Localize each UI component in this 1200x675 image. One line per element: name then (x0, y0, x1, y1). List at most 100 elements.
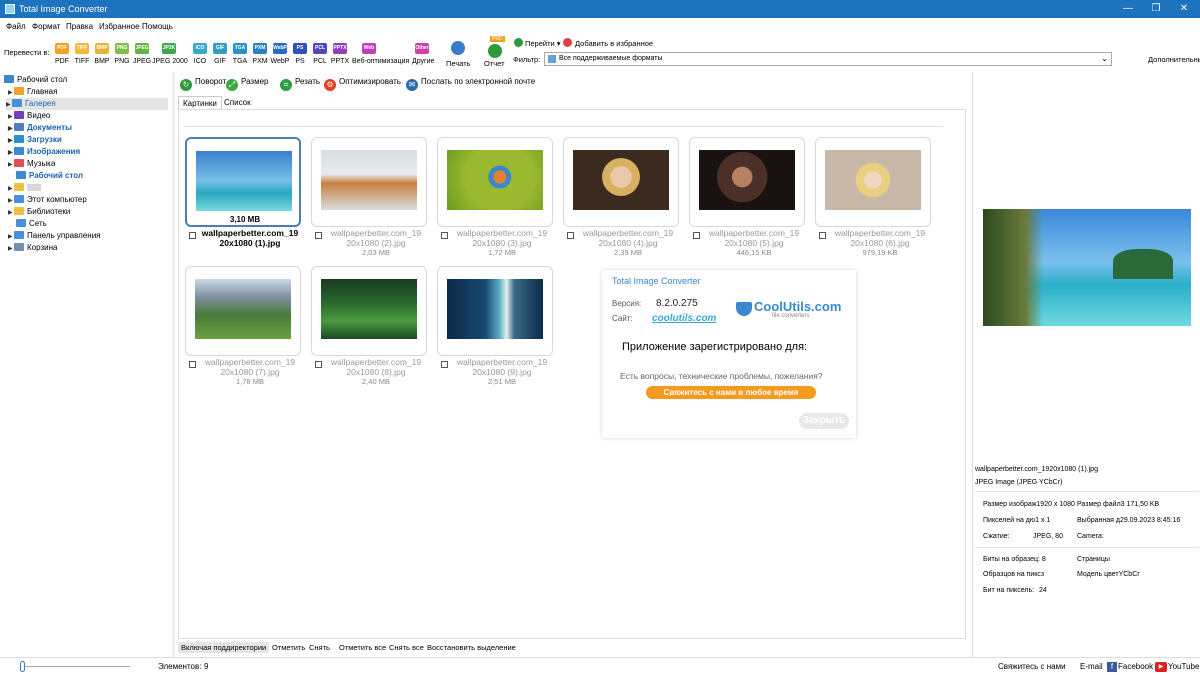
format-button-pdf[interactable]: PDF PDF (52, 43, 72, 65)
add-favorite-button[interactable]: Добавить в избранное (575, 39, 653, 48)
format-button-tiff[interactable]: TIFF TIFF (72, 43, 92, 65)
format-icon: GIF (213, 43, 227, 54)
format-button-другие[interactable]: Other Другие (412, 43, 434, 65)
print-button[interactable]: Печать (446, 59, 471, 68)
tab-thumbnails[interactable]: Картинки (178, 96, 222, 110)
thumbnail[interactable] (563, 137, 679, 227)
uncheck-all-button[interactable]: Снять все (389, 643, 424, 652)
close-icon[interactable]: ✕ (1174, 2, 1194, 16)
tree-item[interactable]: ▶ Библиотеки (8, 206, 70, 218)
file-size: 446,15 KB (736, 248, 772, 257)
format-button-png[interactable]: PNG PNG (112, 43, 132, 65)
tab-list[interactable]: Список (220, 96, 255, 110)
facebook-icon[interactable]: f (1107, 662, 1117, 672)
format-button-pxm[interactable]: PXM PXM (250, 43, 270, 65)
zoom-slider-thumb[interactable] (20, 661, 25, 672)
tree-item[interactable]: ▶ (8, 182, 41, 194)
minimize-icon[interactable]: — (1118, 2, 1138, 16)
thumbnail[interactable] (311, 266, 427, 356)
youtube-icon[interactable]: ▶ (1155, 662, 1167, 672)
tree-item[interactable]: ▶ Изображения (8, 146, 80, 158)
tree-item[interactable]: ▶ Загрузки (8, 134, 62, 146)
sidebar-splitter[interactable] (172, 72, 175, 657)
format-button-webp[interactable]: WebP WebP (270, 43, 290, 65)
tree-item-label: Панель управления (27, 231, 101, 240)
action-button-4[interactable]: ✉ Послать по электронной почте (406, 77, 535, 91)
tree-item[interactable]: ▶ Панель управления (8, 230, 101, 242)
tree-item[interactable]: ▶ Видео (8, 110, 50, 122)
tree-item[interactable]: ▶ Документы (8, 122, 72, 134)
format-button-tga[interactable]: TGA TGA (230, 43, 250, 65)
format-button-pcl[interactable]: PCL PCL (310, 43, 330, 65)
restore-selection-button[interactable]: Восстановить выделение (427, 643, 516, 652)
tree-item-label: Видео (27, 111, 51, 120)
filter-select[interactable]: Все поддерживаемые форматы ⌄ (544, 52, 1112, 66)
toolbar: Перевести в: PDF PDF TIFF TIFF BMP BMP PNG PNG J… (0, 36, 1200, 72)
action-button-3[interactable]: ⚙ Оптимизировать (324, 77, 401, 91)
detail-compression: JPEG, 80 (1033, 533, 1063, 540)
action-button-2[interactable]: ⌗ Резать (280, 77, 320, 91)
thumbnail[interactable]: 3,10 MB (185, 137, 301, 227)
email-link[interactable]: E-mail (1080, 662, 1103, 671)
file-name-line2: 20x1080 (6).jpg (850, 238, 910, 248)
tree-item[interactable]: Рабочий стол (16, 170, 83, 182)
tree-item[interactable]: Сеть (16, 218, 47, 230)
maximize-icon[interactable]: ❐ (1146, 2, 1166, 16)
contact-link[interactable]: Свяжитесь с нами (998, 662, 1066, 671)
menu-favorites[interactable]: Избранное (99, 22, 140, 31)
tree-root-desktop[interactable]: Рабочий стол (4, 74, 67, 86)
tree-item[interactable]: ▶ Галерея (6, 98, 168, 110)
format-button-веб-оптимизация[interactable]: Web Веб-оптимизация (352, 43, 409, 65)
youtube-link[interactable]: YouTube (1168, 662, 1199, 671)
file-size: 2,40 MB (362, 377, 390, 386)
format-button-jpeg[interactable]: JPEG JPEG (132, 43, 152, 65)
thumbnail[interactable] (815, 137, 931, 227)
tree-item-label: Этот компьютер (27, 195, 87, 204)
action-button-1[interactable]: ⤢ Размер (226, 77, 269, 91)
tree-item-label: Загрузки (27, 135, 62, 144)
crop-icon: ⌗ (280, 79, 292, 91)
advanced-button[interactable]: Дополнительный (1148, 55, 1200, 64)
detail-color-model: Модель цветYCbCr (1077, 571, 1140, 578)
format-label: ICO (193, 58, 207, 65)
format-label: GIF (214, 58, 226, 65)
report-button[interactable]: Отчет (484, 59, 505, 68)
goto-button[interactable]: Перейти ▾ (525, 39, 561, 48)
action-button-0[interactable]: ↻ Поворот (180, 77, 226, 91)
check-button[interactable]: Отметить (272, 643, 305, 652)
folder-icon (14, 183, 24, 191)
thumbnail[interactable] (437, 137, 553, 227)
format-button-ico[interactable]: ICO ICO (190, 43, 210, 65)
print-icon[interactable] (451, 41, 465, 55)
menu-edit[interactable]: Правка (66, 22, 93, 31)
thumbnail[interactable] (185, 266, 301, 356)
view-tabs: Картинки Список (178, 96, 438, 110)
include-subdirs-toggle[interactable]: Включая поддиректории (178, 642, 270, 653)
menu-help[interactable]: Помощь (142, 22, 173, 31)
format-button-gif[interactable]: GIF GIF (210, 43, 230, 65)
thumbnail[interactable] (311, 137, 427, 227)
tree-item[interactable]: ▶ Этот компьютер (8, 194, 87, 206)
format-button-jpeg-2000[interactable]: JP2K JPEG 2000 (152, 43, 188, 65)
thumbnail[interactable] (689, 137, 805, 227)
uncheck-button[interactable]: Снять (309, 643, 330, 652)
format-button-ps[interactable]: PS PS (290, 43, 310, 65)
contact-button[interactable]: Свяжитесь с нами в любое время (646, 386, 816, 399)
check-all-button[interactable]: Отметить все (339, 643, 386, 652)
zoom-slider-track[interactable] (22, 666, 130, 667)
folder-icon (14, 159, 24, 167)
tree-item[interactable]: ▶ Музыка (8, 158, 55, 170)
menu-format[interactable]: Формат (32, 22, 60, 31)
tree-item-label: Рабочий стол (29, 171, 84, 180)
coolutils-logo: CoolUtils.com (754, 299, 842, 314)
close-about-button[interactable]: Закрыть (799, 413, 849, 429)
format-button-bmp[interactable]: BMP BMP (92, 43, 112, 65)
report-icon[interactable] (488, 44, 502, 58)
menu-file[interactable]: Файл (6, 22, 26, 31)
tree-item[interactable]: ▶ Корзина (8, 242, 57, 254)
tree-item[interactable]: ▶ Главная (8, 86, 57, 98)
facebook-link[interactable]: Facebook (1118, 662, 1153, 671)
site-link[interactable]: coolutils.com (652, 313, 716, 324)
format-button-pptx[interactable]: PPTX PPTX (330, 43, 350, 65)
thumbnail[interactable] (437, 266, 553, 356)
